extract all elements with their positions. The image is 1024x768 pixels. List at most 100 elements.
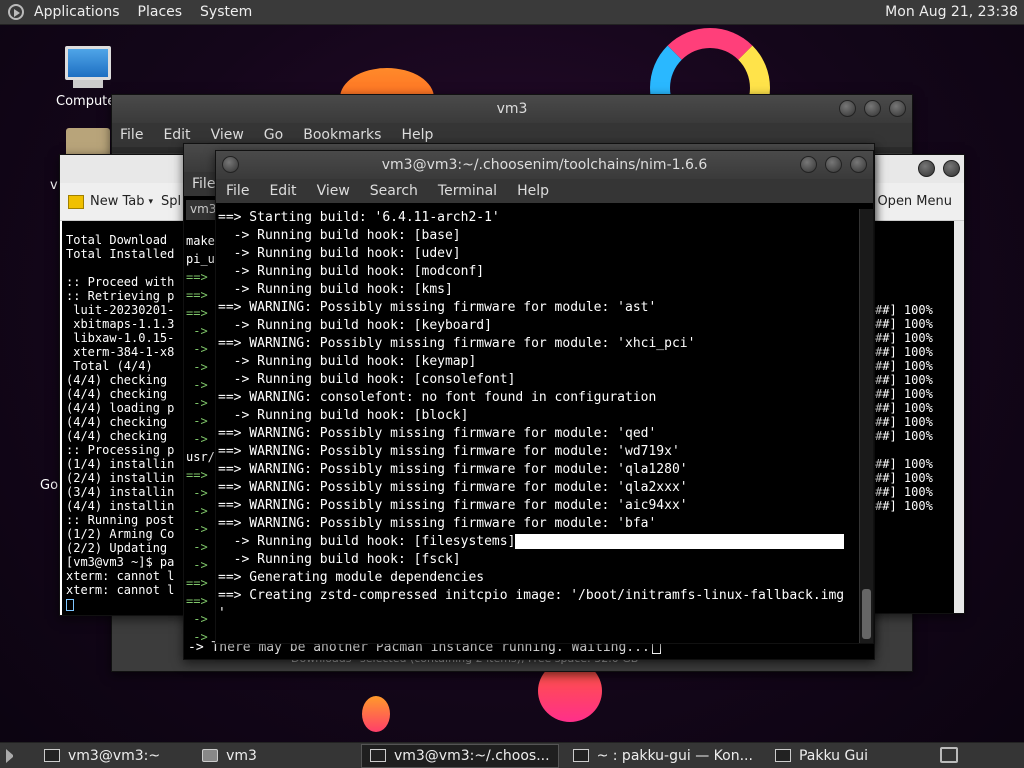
terminal-line: ##] 100% — [875, 317, 933, 331]
terminal-line: -> Running build hook: [modconf] — [218, 264, 485, 279]
terminal-line: ##] 100% — [875, 359, 933, 373]
window-title: vm3 — [496, 101, 528, 117]
front-terminal-scrollbar[interactable] — [859, 209, 873, 643]
terminal-line: -> Running build hook: [consolefont] — [218, 372, 516, 387]
system-menu[interactable]: System — [200, 4, 252, 20]
maximize-button[interactable] — [918, 160, 935, 177]
terminal-line: ==> WARNING: Possibly missing firmware f… — [218, 480, 688, 495]
terminal-line: ==> WARNING: Possibly missing firmware f… — [218, 300, 657, 315]
new-tab-button[interactable]: New Tab — [90, 194, 145, 209]
terminal-line: ##] 100% — [875, 345, 933, 359]
menu-terminal[interactable]: Terminal — [438, 183, 497, 199]
menu-edit[interactable]: Edit — [163, 127, 190, 143]
front-terminal-menubar: File Edit View Search Terminal Help — [216, 179, 873, 203]
menu-search[interactable]: Search — [370, 183, 418, 199]
scrollbar-thumb[interactable] — [862, 589, 871, 639]
distro-logo-icon[interactable] — [8, 4, 24, 20]
open-menu-button[interactable]: Open Menu — [877, 194, 952, 209]
panel-clock[interactable]: Mon Aug 21, 23:38 — [885, 4, 1018, 20]
terminal-line: ==> Starting build: '6.4.11-arch2-1' — [218, 210, 500, 225]
menu-go[interactable]: Go — [264, 127, 283, 143]
front-terminal-titlebar[interactable]: vm3@vm3:~/.choosenim/toolchains/nim-1.6.… — [216, 151, 873, 179]
terminal-line: ##] 100% — [875, 331, 933, 345]
terminal-line: ==> WARNING: Possibly missing firmware f… — [218, 336, 696, 351]
terminal-line: ==> WARNING: Possibly missing firmware f… — [218, 462, 688, 477]
minimize-button[interactable] — [800, 156, 817, 173]
terminal-line: ==> WARNING: Possibly missing firmware f… — [218, 516, 657, 531]
menu-help[interactable]: Help — [401, 127, 433, 143]
taskbar-item-terminal[interactable]: vm3@vm3:~ — [36, 744, 168, 768]
menu-file[interactable]: File — [226, 183, 249, 199]
menu-bookmarks[interactable]: Bookmarks — [303, 127, 381, 143]
menu-view[interactable]: View — [211, 127, 244, 143]
file-manager-titlebar[interactable]: vm3 — [112, 95, 912, 123]
close-button[interactable] — [943, 160, 960, 177]
wallpaper-small-shape — [362, 696, 390, 732]
terminal-line: ##] 100% — [875, 457, 933, 471]
terminal-line: ##] 100% — [875, 499, 933, 513]
taskbar-item-active-terminal[interactable]: vm3@vm3:~/.choos... — [360, 743, 559, 768]
terminal-icon — [572, 749, 589, 762]
konsole-titlebar-right[interactable] — [861, 155, 964, 183]
taskbar-item-file-manager[interactable]: vm3 — [194, 744, 265, 768]
terminal-line: ==> WARNING: consolefont: no font found … — [218, 390, 657, 405]
places-menu[interactable]: Places — [138, 4, 183, 20]
taskbar-item-label: ~ : pakku-gui — Kon... — [596, 747, 753, 764]
taskbar-item-label: vm3 — [226, 747, 257, 764]
maximize-button[interactable] — [825, 156, 842, 173]
front-terminal-output[interactable]: ==> Starting build: '6.4.11-arch2-1' -> … — [218, 209, 859, 643]
app-window-icon — [774, 749, 791, 762]
terminal-line: ==> Creating zstd-compressed initcpio im… — [218, 588, 845, 603]
cursor — [66, 599, 74, 611]
menu-help[interactable]: Help — [517, 183, 549, 199]
terminal-line: -> Running build hook: [block] — [218, 408, 469, 423]
close-button[interactable] — [850, 156, 867, 173]
split-view-button[interactable]: Spl — [161, 194, 181, 209]
terminal-line: ##] 100% — [875, 429, 933, 443]
terminal-line: -> Running build hook: [udev] — [218, 246, 461, 261]
new-tab-icon — [68, 194, 84, 209]
window-menu-button[interactable] — [222, 156, 239, 173]
terminal-line: -> Running build hook: [base] — [218, 228, 461, 243]
terminal-line: ##] 100% — [875, 303, 933, 317]
taskbar-item-pakku-gui[interactable]: Pakku Gui — [767, 744, 876, 768]
terminal-line: ##] 100% — [875, 401, 933, 415]
taskbar-item-konsole[interactable]: ~ : pakku-gui — Kon... — [565, 744, 761, 768]
menu-file[interactable]: File — [192, 176, 215, 192]
terminal-line: ==> WARNING: Possibly missing firmware f… — [218, 444, 680, 459]
terminal-icon — [369, 749, 386, 762]
terminal-line: -> Running build hook: [keymap] — [218, 354, 477, 369]
terminal-line: ==> WARNING: Possibly missing firmware f… — [218, 498, 688, 513]
terminal-line: -> Running build hook: [kms] — [218, 282, 453, 297]
window-title: vm3@vm3:~/.choosenim/toolchains/nim-1.6.… — [381, 157, 708, 173]
applications-menu[interactable]: Applications — [34, 4, 120, 20]
show-desktop-icon[interactable] — [940, 747, 958, 763]
computer-icon — [65, 46, 111, 80]
terminal-line: ##] 100% — [875, 485, 933, 499]
taskbar-item-label: Pakku Gui — [798, 747, 869, 764]
chevron-down-icon[interactable]: ▾ — [149, 197, 154, 207]
terminal-line: ' — [218, 606, 226, 621]
minimize-button[interactable] — [839, 100, 856, 117]
desktop-icon-label-partial-2: Go — [40, 478, 59, 493]
konsole-scrollbar[interactable] — [954, 221, 964, 613]
top-panel: Applications Places System Mon Aug 21, 2… — [0, 0, 1024, 25]
terminal-line: ##] 100% — [875, 415, 933, 429]
menu-file[interactable]: File — [120, 127, 143, 143]
maximize-button[interactable] — [864, 100, 881, 117]
menu-view[interactable]: View — [317, 183, 350, 199]
konsole-toolbar-right: Open Menu — [861, 183, 964, 221]
menu-edit[interactable]: Edit — [269, 183, 296, 199]
panel-handle-icon — [6, 748, 26, 763]
terminal-line: ==> Generating module dependencies — [218, 570, 485, 585]
konsole-window-right-part[interactable]: Open Menu ##] 100% ##] 100% ##] 100% ##] 10… — [860, 154, 965, 614]
close-button[interactable] — [889, 100, 906, 117]
text-selection — [515, 534, 845, 549]
home-folder-icon — [202, 749, 219, 762]
desktop-icon-label-partial: v — [50, 178, 58, 193]
terminal-icon — [44, 749, 60, 762]
front-terminal-window[interactable]: vm3@vm3:~/.choosenim/toolchains/nim-1.6.… — [215, 150, 874, 644]
terminal-line: ==> WARNING: Possibly missing firmware f… — [218, 426, 657, 441]
terminal-line: -> Running build hook: [fsck] — [218, 552, 461, 567]
